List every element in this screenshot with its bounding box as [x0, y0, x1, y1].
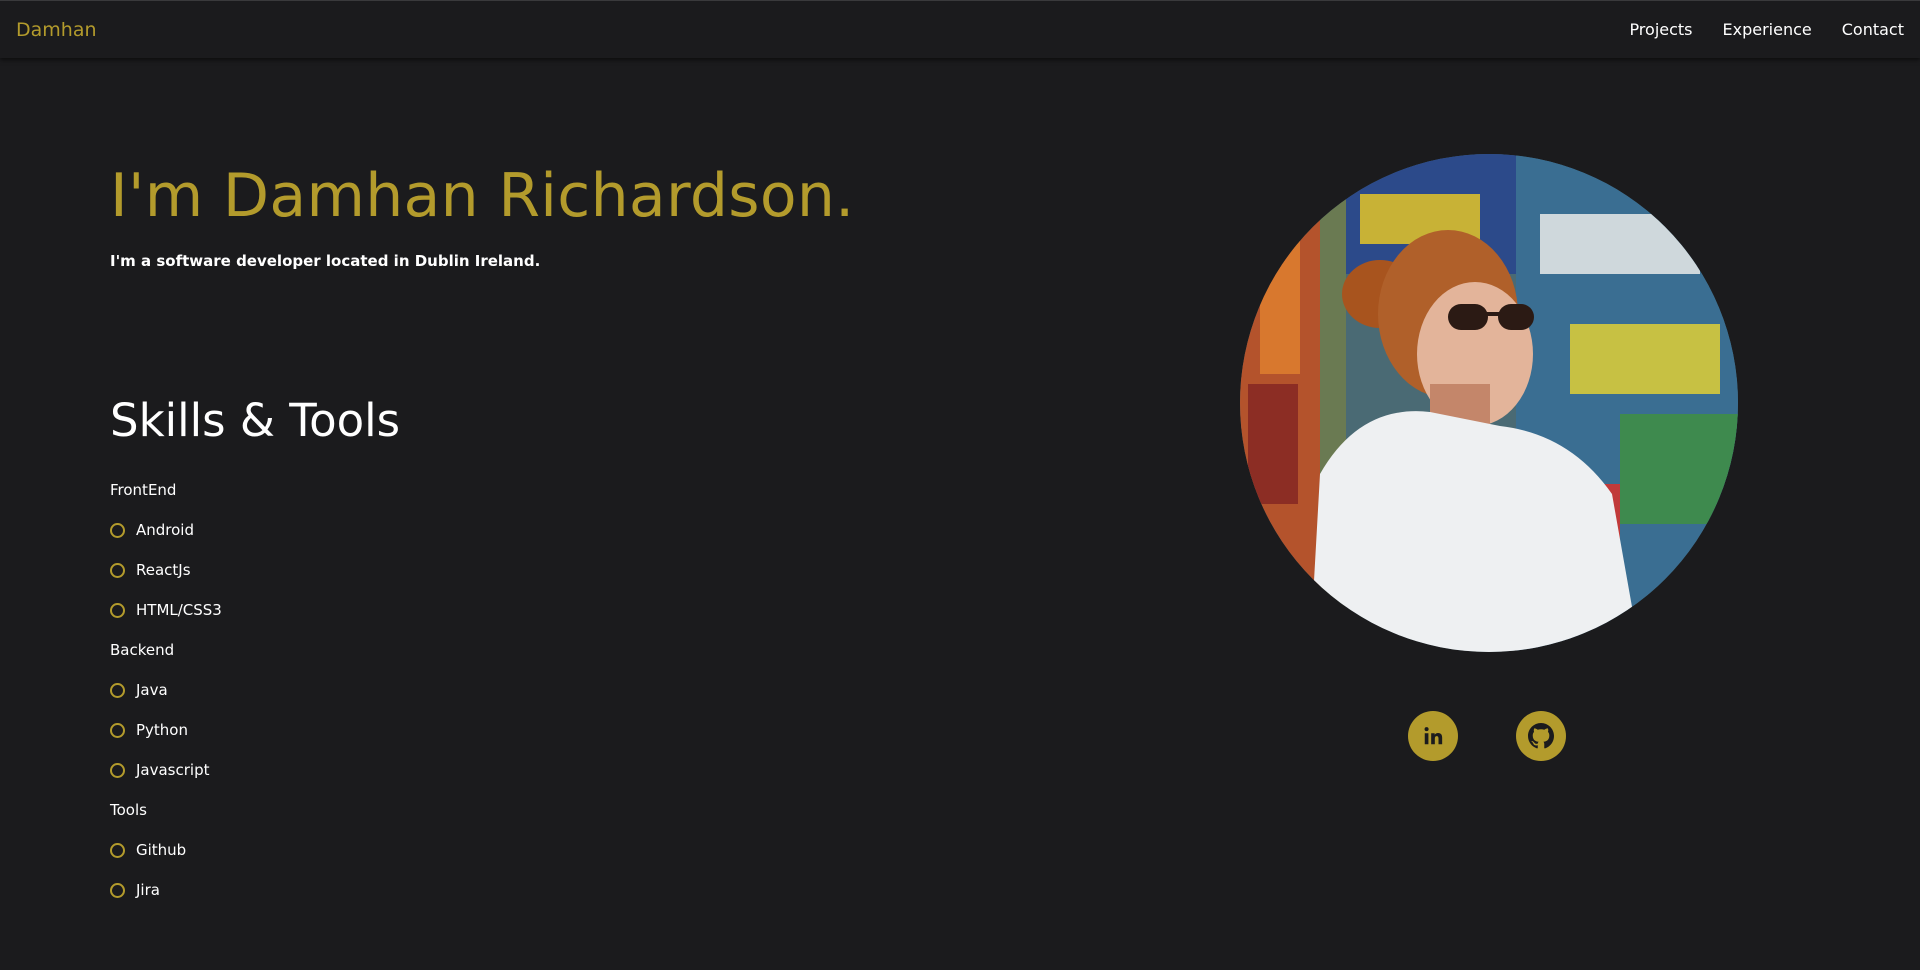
- skill-item: ReactJs: [110, 550, 222, 590]
- hero-subtitle: I'm a software developer located in Dubl…: [110, 252, 541, 270]
- github-button[interactable]: [1516, 711, 1566, 761]
- skill-item: Java: [110, 670, 222, 710]
- linkedin-button[interactable]: [1408, 711, 1458, 761]
- profile-photo-art: [1240, 154, 1738, 652]
- skill-label: Java: [136, 681, 168, 699]
- nav-link-experience[interactable]: Experience: [1723, 20, 1812, 39]
- ring-icon: [110, 562, 125, 578]
- github-icon: [1528, 723, 1554, 749]
- ring-icon: [110, 682, 125, 698]
- skill-item: Github: [110, 830, 222, 870]
- skill-label: HTML/CSS3: [136, 601, 222, 619]
- skill-category-tools: Tools: [110, 801, 147, 819]
- profile-photo: [1240, 154, 1738, 652]
- skill-label: ReactJs: [136, 561, 191, 579]
- nav-links: Projects Experience Contact: [1629, 20, 1904, 39]
- linkedin-icon: [1424, 727, 1443, 745]
- ring-icon: [110, 882, 125, 898]
- brand-link[interactable]: Damhan: [16, 19, 97, 41]
- skill-label: Github: [136, 841, 187, 859]
- ring-icon: [110, 602, 125, 618]
- skill-item: Python: [110, 710, 222, 750]
- ring-icon: [110, 762, 125, 778]
- skill-item: Jira: [110, 870, 222, 910]
- navbar: Damhan Projects Experience Contact: [0, 0, 1920, 58]
- skills-heading: Skills & Tools: [110, 394, 401, 447]
- ring-icon: [110, 842, 125, 858]
- ring-icon: [110, 522, 125, 538]
- skill-item: Javascript: [110, 750, 222, 790]
- hero-title: I'm Damhan Richardson.: [110, 161, 855, 231]
- skill-label: Jira: [136, 881, 160, 899]
- nav-link-contact[interactable]: Contact: [1842, 20, 1904, 39]
- social-links: [1408, 711, 1566, 761]
- skill-item: Android: [110, 510, 222, 550]
- skill-label: Javascript: [136, 761, 210, 779]
- skill-item: HTML/CSS3: [110, 590, 222, 630]
- skill-label: Android: [136, 521, 194, 539]
- nav-link-projects[interactable]: Projects: [1629, 20, 1692, 39]
- skill-category-frontend: FrontEnd: [110, 481, 177, 499]
- skills-list: FrontEnd Android ReactJs HTML/CSS3 Backe…: [110, 470, 222, 910]
- skill-category-backend: Backend: [110, 641, 175, 659]
- ring-icon: [110, 722, 125, 738]
- skill-label: Python: [136, 721, 188, 739]
